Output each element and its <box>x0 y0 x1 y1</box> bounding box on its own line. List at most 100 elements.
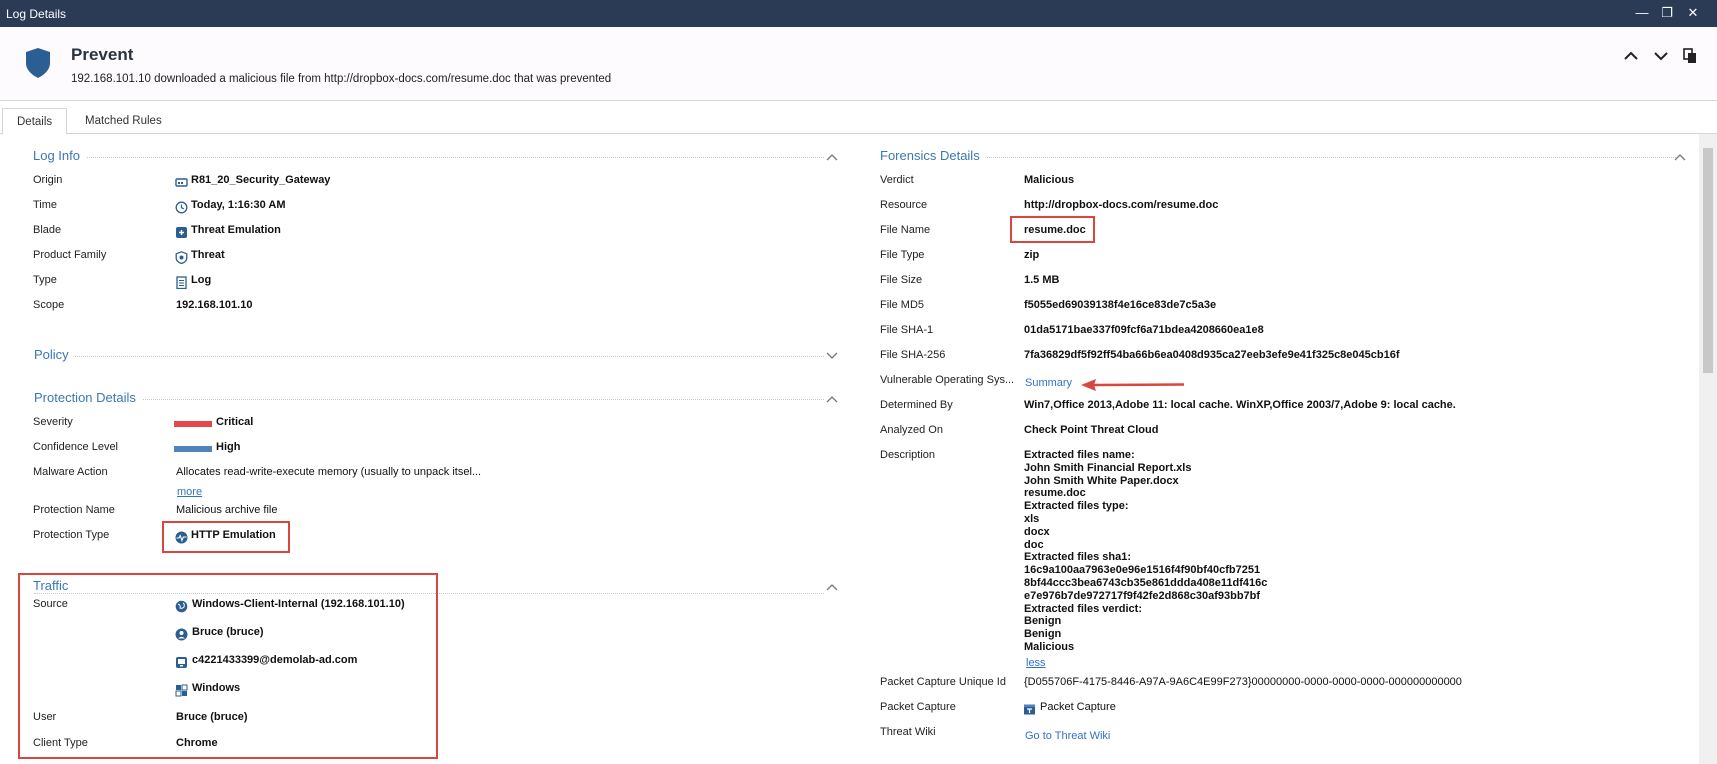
analyzed-on-label: Analyzed On <box>880 424 943 436</box>
tab-matched-rules[interactable]: Matched Rules <box>71 108 176 135</box>
section-divider <box>34 356 824 357</box>
packet-capture-uid-label: Packet Capture Unique Id <box>880 676 1006 688</box>
product-family-label: Product Family <box>33 249 107 261</box>
next-log-button[interactable] <box>1652 47 1670 65</box>
windows-icon <box>175 684 188 697</box>
globe-icon <box>175 600 188 613</box>
computer-icon <box>176 657 187 668</box>
file-sha256-label: File SHA-256 <box>880 349 946 361</box>
source-host-value: Windows-Client-Internal (192.168.101.10) <box>192 598 405 610</box>
verdict-label: Verdict <box>880 174 914 186</box>
file-name-value: resume.doc <box>1024 224 1086 236</box>
client-type-value: Chrome <box>176 737 218 749</box>
section-divider <box>34 399 824 400</box>
severity-label: Severity <box>33 416 73 428</box>
determined-by-value: Win7,Office 2013,Adobe 11: local cache. … <box>1024 399 1456 411</box>
file-md5-label: File MD5 <box>880 299 925 311</box>
threat-wiki-label: Threat Wiki <box>880 726 936 738</box>
time-value: Today, 1:16:30 AM <box>191 199 286 211</box>
vulnerable-os-label: Vulnerable Operating Sys... <box>880 374 1015 386</box>
blade-value: Threat Emulation <box>191 224 281 236</box>
close-button[interactable]: ✕ <box>1685 5 1701 21</box>
log-action-title: Prevent <box>71 45 134 64</box>
chevron-up-icon[interactable] <box>1674 153 1686 161</box>
chevron-up-icon[interactable] <box>826 395 838 403</box>
packet-capture-link[interactable]: Packet Capture <box>1040 701 1116 713</box>
threat-shield-icon <box>175 251 188 264</box>
source-user-value: Bruce (bruce) <box>192 626 264 638</box>
window-titlebar: Log Details — ❐ ✕ <box>0 0 1717 27</box>
packet-capture-label: Packet Capture <box>880 701 956 713</box>
scope-label: Scope <box>33 299 65 311</box>
resource-value: http://dropbox-docs.com/resume.doc <box>1024 199 1219 211</box>
threat-wiki-link[interactable]: Go to Threat Wiki <box>1025 730 1110 742</box>
annotation-arrow <box>1081 379 1184 391</box>
http-emulation-icon <box>175 531 188 544</box>
section-policy-title[interactable]: Policy <box>34 347 75 362</box>
file-sha256-value: 7fa36829df5f92ff54ba66b6ea0408d935ca27ee… <box>1024 349 1400 361</box>
threat-emulation-icon <box>176 227 187 238</box>
protection-name-label: Protection Name <box>33 504 115 516</box>
section-protection-details-title[interactable]: Protection Details <box>34 390 142 405</box>
file-size-label: File Size <box>880 274 923 286</box>
type-label: Type <box>33 274 57 286</box>
file-md5-value: f5055ed69039138f4e16ce83de7c5a3e <box>1024 299 1217 311</box>
gateway-icon <box>175 178 188 187</box>
client-type-label: Client Type <box>33 737 88 749</box>
user-label: User <box>33 711 57 723</box>
restore-button[interactable]: ❐ <box>1659 5 1675 21</box>
file-type-label: File Type <box>880 249 925 261</box>
previous-log-button[interactable] <box>1622 47 1640 65</box>
section-divider <box>881 157 1676 158</box>
file-type-value: zip <box>1024 249 1040 261</box>
description-value: Extracted files name: John Smith Financia… <box>1024 449 1268 653</box>
user-icon <box>175 628 188 641</box>
chevron-up-icon[interactable] <box>826 583 838 591</box>
time-label: Time <box>33 199 58 211</box>
severity-value: Critical <box>216 416 254 428</box>
chevron-up-icon[interactable] <box>826 153 838 161</box>
copy-icon[interactable] <box>1681 47 1699 65</box>
confidence-level-value: High <box>216 441 241 453</box>
minimize-button[interactable]: — <box>1634 5 1650 21</box>
resource-label: Resource <box>880 199 928 211</box>
log-summary: 192.168.101.10 downloaded a malicious fi… <box>71 73 612 85</box>
section-forensics-details-title[interactable]: Forensics Details <box>880 148 986 163</box>
analyzed-on-value: Check Point Threat Cloud <box>1024 424 1159 436</box>
chevron-down-icon[interactable] <box>826 352 838 360</box>
vertical-scrollbar[interactable] <box>1699 134 1717 764</box>
severity-bar <box>174 421 212 427</box>
determined-by-label: Determined By <box>880 399 953 411</box>
malware-action-value: Allocates read-write-execute memory (usu… <box>176 466 482 478</box>
origin-value: R81_20_Security_Gateway <box>191 174 331 186</box>
confidence-level-label: Confidence Level <box>33 441 119 453</box>
summary-link[interactable]: Summary <box>1025 377 1072 389</box>
section-log-info-title[interactable]: Log Info <box>33 148 86 163</box>
file-sha1-value: 01da5171bae337f09fcf6a71bdea4208660ea1e8 <box>1024 324 1264 336</box>
file-sha1-label: File SHA-1 <box>880 324 934 336</box>
section-divider <box>34 157 824 158</box>
tab-bar: Details Matched Rules <box>0 108 1717 135</box>
clock-icon <box>175 201 188 214</box>
file-name-label: File Name <box>880 224 931 236</box>
tab-details[interactable]: Details <box>2 108 68 135</box>
source-os-value: Windows <box>192 682 241 694</box>
confidence-bar <box>174 446 212 452</box>
scrollbar-thumb[interactable] <box>1703 148 1713 373</box>
source-label: Source <box>33 598 68 610</box>
protection-name-value: Malicious archive file <box>176 504 278 516</box>
product-family-value: Threat <box>191 249 225 261</box>
source-machine-value: c4221433399@demolab-ad.com <box>192 654 358 666</box>
user-value: Bruce (bruce) <box>176 711 248 723</box>
file-size-value: 1.5 MB <box>1024 274 1060 286</box>
protection-type-value: HTTP Emulation <box>191 529 276 541</box>
more-link[interactable]: more <box>177 486 202 498</box>
prevent-shield-icon <box>26 48 50 78</box>
window-title: Log Details <box>6 7 67 21</box>
log-header: Prevent 192.168.101.10 downloaded a mali… <box>0 27 1717 101</box>
origin-label: Origin <box>33 174 63 186</box>
verdict-value: Malicious <box>1024 174 1075 186</box>
less-link[interactable]: less <box>1026 657 1046 669</box>
scope-value: 192.168.101.10 <box>176 299 253 311</box>
packet-capture-icon[interactable] <box>1023 703 1036 716</box>
